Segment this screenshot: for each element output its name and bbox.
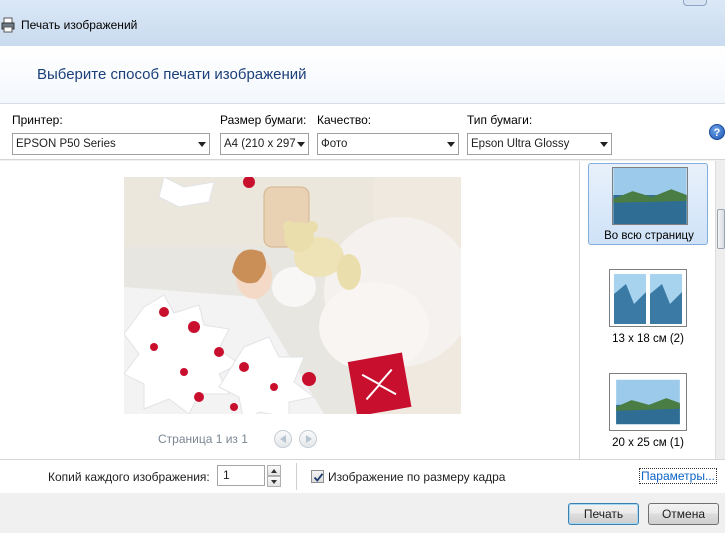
fit-frame-checkbox[interactable] xyxy=(311,470,324,483)
parameters-link[interactable]: Параметры... xyxy=(639,468,717,484)
preview-pane: Страница 1 из 1 xyxy=(0,161,579,459)
window-title: Печать изображений xyxy=(21,18,138,32)
printer-value: EPSON P50 Series xyxy=(16,138,116,150)
copies-bar: Копий каждого изображения: 1 Изображение… xyxy=(0,459,725,493)
help-icon[interactable]: ? xyxy=(709,124,725,140)
paper-size-value: A4 (210 x 297 xyxy=(224,138,296,150)
fit-frame-label[interactable]: Изображение по размеру кадра xyxy=(328,470,505,484)
cancel-button[interactable]: Отмена xyxy=(648,503,719,525)
close-button[interactable] xyxy=(683,0,707,6)
chevron-down-icon xyxy=(297,142,305,147)
layout-thumbnail xyxy=(612,167,688,225)
quality-value: Фото xyxy=(321,138,348,150)
layout-caption: 13 x 18 см (2) xyxy=(612,333,684,345)
header-instruction: Выберите способ печати изображений xyxy=(37,66,307,83)
chevron-down-icon xyxy=(198,142,206,147)
layout-scrollbar[interactable] xyxy=(715,161,725,459)
prev-page-button[interactable] xyxy=(274,430,292,448)
layout-caption: 20 x 25 см (1) xyxy=(612,437,684,449)
title-bar: Печать изображений xyxy=(0,0,725,46)
spin-down-button[interactable] xyxy=(267,476,281,487)
layout-thumbnail xyxy=(609,373,687,431)
page-status: Страница 1 из 1 xyxy=(158,432,248,446)
chevron-down-icon xyxy=(447,142,455,147)
layout-item-20x25[interactable]: 20 x 25 см (1) xyxy=(588,373,708,453)
copies-label: Копий каждого изображения: xyxy=(48,470,210,484)
scrollbar-thumb[interactable] xyxy=(717,209,725,249)
divider xyxy=(296,463,297,490)
chevron-down-icon xyxy=(600,142,608,147)
layout-item-full-page[interactable]: Во всю страницу xyxy=(588,163,708,245)
print-button[interactable]: Печать xyxy=(568,503,639,525)
paper-type-select[interactable]: Epson Ultra Glossy xyxy=(467,133,612,155)
checkmark-icon xyxy=(313,473,324,482)
paper-type-label: Тип бумаги: xyxy=(467,113,533,127)
quality-select[interactable]: Фото xyxy=(317,133,459,155)
paper-size-label: Размер бумаги: xyxy=(220,113,307,127)
photo-preview xyxy=(124,177,461,414)
next-page-button[interactable] xyxy=(299,430,317,448)
printer-label: Принтер: xyxy=(12,113,63,127)
dialog-footer: Печать Отмена xyxy=(0,493,725,533)
printer-select[interactable]: EPSON P50 Series xyxy=(12,133,210,155)
arrow-right-icon xyxy=(306,435,312,443)
paper-size-select[interactable]: A4 (210 x 297 xyxy=(220,133,309,155)
spin-up-button[interactable] xyxy=(267,465,281,476)
quality-label: Качество: xyxy=(317,113,372,127)
arrow-up-icon xyxy=(271,469,277,473)
print-options: Принтер: EPSON P50 Series Размер бумаги:… xyxy=(0,104,725,160)
printer-icon xyxy=(1,17,15,33)
layout-item-13x18[interactable]: 13 x 18 см (2) xyxy=(588,269,708,349)
copies-input[interactable]: 1 xyxy=(217,465,265,486)
paper-type-value: Epson Ultra Glossy xyxy=(471,138,570,150)
wizard-header: Выберите способ печати изображений xyxy=(0,46,725,104)
layout-caption: Во всю страницу xyxy=(604,230,694,242)
layout-list: Во всю страницу 13 x 18 см (2) 20 x 25 с… xyxy=(579,161,725,459)
arrow-left-icon xyxy=(280,435,286,443)
arrow-down-icon xyxy=(271,480,277,484)
layout-thumbnail xyxy=(609,269,687,327)
